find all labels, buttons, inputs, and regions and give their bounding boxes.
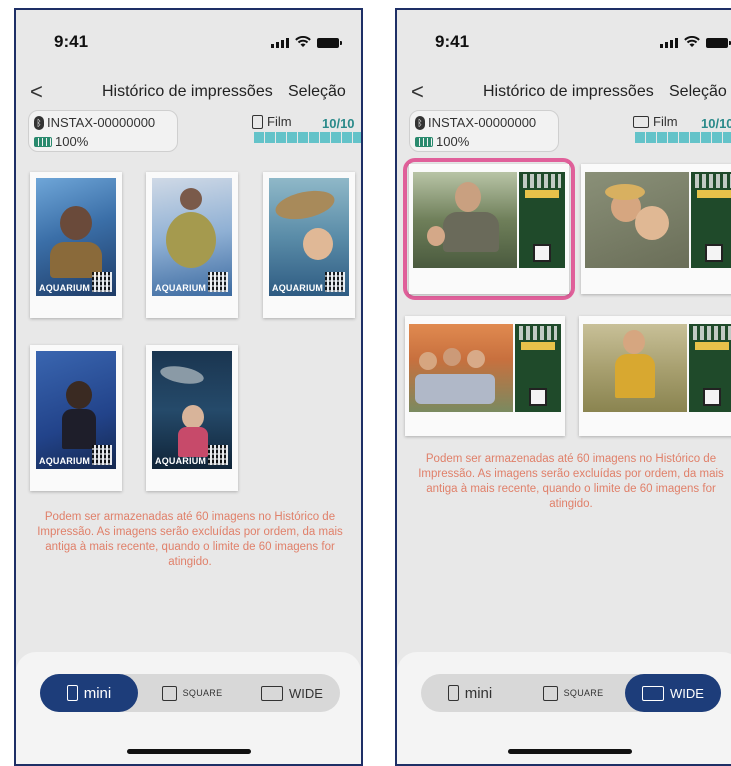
- format-option-mini[interactable]: mini: [40, 674, 138, 712]
- status-icons: [271, 36, 342, 48]
- wide-format-icon: [261, 685, 284, 701]
- qr-code-icon: [208, 272, 228, 292]
- thumbnail-photo: AQUARIUM: [36, 178, 116, 296]
- campsite-graphic: [691, 172, 731, 268]
- wifi-icon: [684, 36, 700, 47]
- nav-bar: < Histórico de impressões Seleção: [397, 76, 731, 108]
- printer-battery-icon: [34, 136, 52, 147]
- select-button[interactable]: Seleção: [669, 76, 727, 108]
- nav-bar: < Histórico de impressões Seleção: [16, 76, 361, 108]
- film-icon: [633, 115, 649, 128]
- printer-name: INSTAX-00000000: [428, 115, 537, 130]
- mini-format-icon: [66, 685, 78, 701]
- thumbnail-photo: [413, 172, 517, 268]
- qr-code-icon: [705, 244, 723, 262]
- thumbnail-photo: [585, 172, 689, 268]
- print-thumbnail[interactable]: AQUARIUM: [146, 345, 238, 491]
- home-indicator: [507, 749, 632, 754]
- format-option-square[interactable]: SQUARE: [144, 674, 240, 712]
- format-option-mini[interactable]: mini: [421, 674, 519, 712]
- square-format-icon: [161, 685, 177, 701]
- thumbnail-photo: [409, 324, 513, 412]
- thumbnail-caption: AQUARIUM: [155, 283, 207, 293]
- thumbnail-photo: AQUARIUM: [269, 178, 349, 296]
- film-icon: [252, 114, 263, 129]
- history-limit-notice: Podem ser armazenadas até 60 imagens no …: [37, 511, 343, 568]
- format-option-square[interactable]: SQUARE: [525, 674, 621, 712]
- printer-battery-level: 100%: [55, 134, 89, 149]
- campsite-graphic: [515, 324, 561, 412]
- phone-screen-wide: 9:41 < Histórico de impressões Seleção ᛒ…: [395, 8, 731, 766]
- format-selector-sheet: mini SQUARE WIDE: [397, 652, 731, 764]
- thumbnail-caption: AQUARIUM: [39, 456, 91, 466]
- status-time: 9:41: [435, 32, 470, 51]
- print-thumbnail[interactable]: [581, 164, 731, 294]
- print-thumbnail[interactable]: AQUARIUM: [146, 172, 238, 318]
- signal-icon: [660, 38, 678, 48]
- qr-code-icon: [533, 244, 551, 262]
- thumbnail-caption: AQUARIUM: [272, 283, 324, 293]
- film-count: 10/10: [701, 116, 731, 131]
- bluetooth-icon: ᛒ: [415, 115, 425, 130]
- qr-code-icon: [325, 272, 345, 292]
- film-remaining-bar: [635, 132, 731, 143]
- qr-code-icon: [703, 388, 721, 406]
- home-indicator: [126, 749, 251, 754]
- printer-name: INSTAX-00000000: [47, 115, 156, 130]
- format-segmented-control: mini SQUARE WIDE: [421, 674, 721, 712]
- campsite-graphic: [519, 172, 565, 268]
- square-format-icon: [542, 685, 558, 701]
- signal-icon: [271, 38, 289, 48]
- battery-icon: [706, 38, 731, 48]
- format-option-wide[interactable]: WIDE: [244, 674, 340, 712]
- thumbnail-caption: AQUARIUM: [155, 456, 207, 466]
- page-title: Histórico de impressões: [102, 83, 273, 100]
- print-thumbnail-selected[interactable]: [409, 164, 569, 294]
- campsite-graphic: [689, 324, 731, 412]
- qr-code-icon: [92, 272, 112, 292]
- format-segmented-control: mini SQUARE WIDE: [40, 674, 340, 712]
- format-option-wide[interactable]: WIDE: [625, 674, 721, 712]
- format-selector-sheet: mini SQUARE WIDE: [16, 652, 361, 764]
- status-icons: [660, 36, 731, 48]
- film-label: Film: [267, 114, 292, 129]
- page-title: Histórico de impressões: [483, 83, 654, 100]
- thumbnail-photo: AQUARIUM: [152, 351, 232, 469]
- mini-format-icon: [447, 685, 459, 701]
- select-button[interactable]: Seleção: [288, 76, 346, 108]
- printer-battery-level: 100%: [436, 134, 470, 149]
- qr-code-icon: [92, 445, 112, 465]
- printer-status-card[interactable]: ᛒ INSTAX-00000000 100%: [28, 110, 178, 152]
- back-button[interactable]: <: [30, 76, 43, 108]
- printer-status-card[interactable]: ᛒ INSTAX-00000000 100%: [409, 110, 559, 152]
- thumbnail-photo: AQUARIUM: [152, 178, 232, 296]
- print-thumbnail[interactable]: [579, 316, 731, 436]
- qr-code-icon: [529, 388, 547, 406]
- status-time: 9:41: [54, 32, 89, 51]
- film-label: Film: [653, 114, 678, 129]
- film-indicator: Film: [252, 114, 292, 129]
- qr-code-icon: [208, 445, 228, 465]
- film-count: 10/10: [322, 116, 355, 131]
- print-thumbnail[interactable]: AQUARIUM: [263, 172, 355, 318]
- phone-screen-mini: 9:41 < Histórico de impressões Seleção ᛒ…: [14, 8, 363, 766]
- wide-format-icon: [642, 685, 665, 701]
- status-bar: 9:41: [397, 32, 731, 54]
- wifi-icon: [295, 36, 311, 47]
- history-limit-notice: Podem ser armazenadas até 60 imagens no …: [418, 453, 724, 510]
- status-bar: 9:41: [16, 32, 361, 54]
- thumbnail-photo: AQUARIUM: [36, 351, 116, 469]
- thumbnail-photo: [583, 324, 687, 412]
- thumbnail-caption: AQUARIUM: [39, 283, 91, 293]
- back-button[interactable]: <: [411, 76, 424, 108]
- print-thumbnail[interactable]: [405, 316, 565, 436]
- bluetooth-icon: ᛒ: [34, 115, 44, 130]
- printer-battery-icon: [415, 136, 433, 147]
- film-indicator: Film: [633, 114, 678, 129]
- print-thumbnail[interactable]: AQUARIUM: [30, 345, 122, 491]
- battery-icon: [317, 38, 342, 48]
- film-remaining-bar: [254, 132, 361, 143]
- print-thumbnail[interactable]: AQUARIUM: [30, 172, 122, 318]
